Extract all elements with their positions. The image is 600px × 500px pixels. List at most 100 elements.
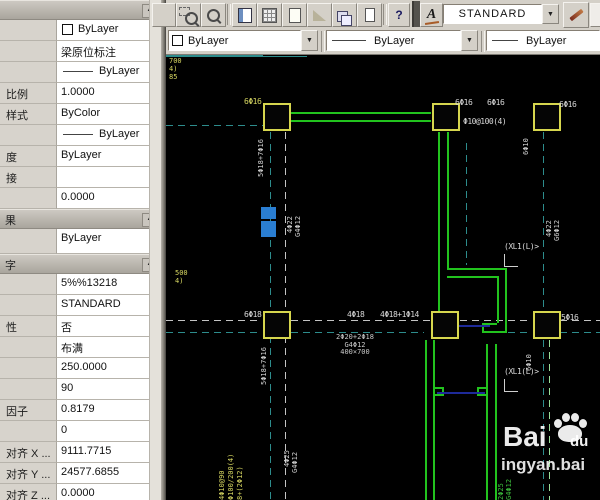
prop-value[interactable]: 梁原位标注: [57, 41, 161, 62]
help-button[interactable]: ?: [388, 3, 410, 27]
prop-row-contents: 5%%13218: [0, 274, 161, 295]
prop-row-oblique: 0: [0, 421, 161, 442]
color-swatch: [62, 24, 73, 35]
lineweight-sample-icon: [492, 40, 518, 41]
rebar-text-vertical: G4Φ12: [291, 437, 299, 473]
selected-text-highlight[interactable]: [261, 221, 276, 237]
prop-value[interactable]: STANDARD: [57, 295, 161, 316]
sheet-set-button[interactable]: [307, 3, 332, 27]
prop-value[interactable]: 9111.7715: [57, 442, 161, 463]
prop-value[interactable]: 24577.6855: [57, 463, 161, 484]
text-style-combo[interactable]: STANDARD ▼: [443, 4, 559, 24]
prop-label: [0, 379, 57, 400]
layer-grid-icon: [262, 8, 277, 23]
prop-row-linetype: ByLayer: [0, 62, 161, 83]
beam-label: (XL1(L)>: [504, 242, 539, 251]
color-swatch-icon: [172, 35, 183, 46]
prop-value[interactable]: [57, 167, 161, 188]
magnifier-icon: [207, 9, 220, 22]
text-style-value: STANDARD: [443, 4, 542, 24]
linetype-control-combo[interactable]: ByLayer ▼: [326, 30, 478, 51]
design-center-button[interactable]: [282, 3, 307, 27]
properties-palette-icon: [238, 8, 252, 23]
pen-icon: [569, 9, 583, 21]
prop-value[interactable]: 否: [57, 316, 161, 337]
rebar-text-vertical: 6Φ10: [522, 129, 530, 155]
rebar-text: 4Φ18+1Φ14: [380, 310, 419, 319]
prop-value[interactable]: ByLayer: [57, 229, 161, 254]
prop-value[interactable]: 5%%13218: [57, 274, 161, 295]
autocad-window: ▲ ByLayer 梁原位标注 ByLayer 比例 1.0000 样式 ByC…: [0, 0, 600, 500]
prop-value[interactable]: 0: [57, 421, 161, 442]
rebar-text: 4Φ18: [347, 310, 364, 319]
prop-value[interactable]: 250.0000: [57, 358, 161, 379]
rebar-text-vertical: G6Φ12: [553, 207, 561, 241]
rebar-text-vertical: 4Φ22: [286, 203, 294, 233]
prop-row-rotation: 90: [0, 379, 161, 400]
prop-label: 对齐 Z ...: [0, 484, 57, 500]
prop-label: 对齐 Y ...: [0, 463, 57, 484]
prop-value[interactable]: 0.0000: [57, 484, 161, 500]
quickcalc-button[interactable]: [357, 3, 382, 27]
grid-dash-line: [166, 320, 262, 321]
beam-line: [447, 276, 497, 278]
prop-row-widthfactor: 因子 0.8179: [0, 400, 161, 421]
color-control-combo[interactable]: ByLayer ▼: [168, 30, 318, 51]
prop-label: [0, 421, 57, 442]
lineweight-sample-icon: [63, 134, 93, 135]
layer-properties-button[interactable]: [257, 3, 282, 27]
prop-row-align-z: 对齐 Z ... 0.0000: [0, 484, 161, 500]
prop-value[interactable]: ByLayer: [57, 146, 161, 167]
prop-value[interactable]: 0.0000: [57, 188, 161, 209]
toolbar-grip[interactable]: [412, 1, 420, 27]
prop-value[interactable]: 0.8179: [57, 400, 161, 421]
prop-row-style: STANDARD: [0, 295, 161, 316]
beam-line: [425, 340, 427, 500]
grid-dash-line: [549, 340, 550, 500]
chevron-down-icon[interactable]: ▼: [301, 30, 318, 51]
beam-line: [486, 344, 488, 500]
prop-label: 性: [0, 316, 57, 337]
prop-value[interactable]: 90: [57, 379, 161, 400]
linetype-sample-icon: [332, 40, 366, 41]
prop-value-linetype[interactable]: ByLayer: [57, 62, 161, 83]
rebar-text: 6Φ16: [487, 98, 504, 107]
zoom-window-button[interactable]: [176, 3, 201, 27]
dimension-style-button[interactable]: [563, 2, 589, 28]
zoom-previous-button[interactable]: [201, 3, 226, 27]
beam-line: [497, 276, 499, 323]
prop-label: 因子: [0, 400, 57, 421]
prop-label: 接: [0, 167, 57, 188]
dimension-text: 700 4) 85: [169, 57, 182, 81]
prop-value[interactable]: ByColor: [57, 104, 161, 125]
column-square: [533, 103, 561, 131]
properties-palette-button[interactable]: [232, 3, 257, 27]
prop-value-color[interactable]: ByLayer: [57, 20, 161, 41]
grid-dash-line: [466, 143, 467, 265]
palette-scroll-strip[interactable]: [149, 0, 161, 500]
watermark-brand2: du: [570, 433, 588, 450]
section-header-3d: 果 ▲: [0, 209, 161, 229]
chevron-down-icon[interactable]: ▼: [542, 4, 559, 24]
prop-value-lineweight[interactable]: ByLayer: [57, 125, 161, 146]
drawing-canvas[interactable]: 700 4) 85 6Φ16 6Φ16 6Φ16 6Φ16 Φ10@100(4)…: [166, 55, 600, 500]
prop-value-text: ByLayer: [78, 23, 118, 35]
beam-line: [482, 331, 507, 333]
lineweight-control-value: ByLayer: [526, 35, 566, 47]
prop-value[interactable]: 布满: [57, 337, 161, 358]
chevron-down-icon[interactable]: ▼: [461, 30, 478, 51]
grid-dash-line: [543, 132, 544, 312]
help-icon: ?: [395, 8, 402, 22]
selected-text-highlight[interactable]: [261, 207, 276, 219]
lineweight-control-combo[interactable]: ByLayer: [486, 30, 600, 51]
prop-row-color: ByLayer: [0, 20, 161, 41]
clipped-button[interactable]: [590, 3, 600, 27]
tool-palettes-button[interactable]: [332, 3, 357, 27]
prop-value[interactable]: 1.0000: [57, 83, 161, 104]
rebar-text: 6Φ16: [455, 98, 472, 107]
watermark-domain: ingyan.bai: [501, 455, 585, 475]
navy-line: [437, 392, 485, 394]
calculator-icon: [365, 8, 375, 22]
clipped-button[interactable]: [152, 3, 176, 27]
text-style-button[interactable]: A: [420, 3, 443, 27]
